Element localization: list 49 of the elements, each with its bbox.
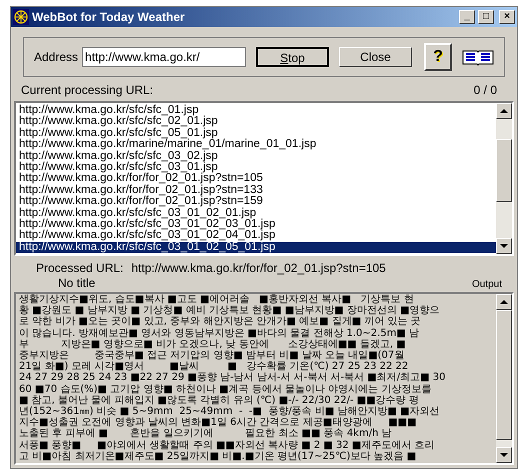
output-text-line: 로 약한 비가 ■오는 곳이■ 있고, 중부와 해안지방은 안개가■ 예보■ 짙게■ 끼어 있는 곳 xyxy=(19,316,422,328)
close-button[interactable]: × xyxy=(499,10,515,24)
window-title: WebBot for Today Weather xyxy=(32,9,186,26)
scrollbar[interactable] xyxy=(496,103,512,254)
output-text-line: 지수■성출권 오전에 영향과 날씨의 변화■1일 6시간 간격으로 제공■태양광에 ■■■ xyxy=(19,417,418,428)
url-list-item[interactable]: http://www.kma.go.kr/for/for_02_01.jsp?stn=105 xyxy=(16,173,496,185)
url-list-item[interactable]: http://www.kma.go.kr/sfc/sfc_03_01.jsp xyxy=(16,162,496,174)
url-list-item[interactable]: http://www.kma.go.kr/sfc/sfc_03_01_02_05_01.jsp xyxy=(16,242,496,254)
stop-button[interactable]: Stop xyxy=(256,47,330,67)
current-url-label: Current processing URL: xyxy=(21,82,154,99)
url-list-item[interactable]: http://www.kma.go.kr/sfc/sfc_01.jsp xyxy=(16,105,496,116)
url-list-item[interactable]: http://www.kma.go.kr/sfc/sfc_03_01_02_04_01.jsp xyxy=(16,230,496,242)
output-text-line: 생활기상지수■위도, 습도■복사 ■고도 ■에어러솔 ■홍반자외선 복사■ 기상특보 현 xyxy=(19,294,415,306)
output-text-line: 고 비■아침 최저기온■제주도■ 25일까지■ 비■.■기온 평년(17~25℃)보다 높겠음 ■ xyxy=(19,450,418,462)
output-text-line: 서풍■ 풍향■ ■야외에서 생활할때 주의 ■■자외선 복사량 ■ 2 ■ 32 ■제주도에서 흐리 xyxy=(19,440,436,451)
address-field[interactable]: http://www.kma.go.kr/ xyxy=(82,47,246,67)
url-list-item[interactable]: http://www.kma.go.kr/sfc/sfc_03_02.jsp xyxy=(16,150,496,162)
url-list-item[interactable]: http://www.kma.go.kr/marine/marine_01/marine_01_01.jsp xyxy=(16,139,496,151)
minimize-button[interactable]: _ xyxy=(459,10,475,24)
progress-count: 0 / 0 xyxy=(474,82,497,99)
web-icon xyxy=(13,9,29,25)
url-list-item[interactable]: http://www.kma.go.kr/sfc/sfc_03_01_02_03_01.jsp xyxy=(16,218,496,230)
book-icon[interactable] xyxy=(462,48,494,66)
address-label: Address xyxy=(34,49,78,66)
output-text-line: 황 ■강원도 ■ 남부지방 ■ 기상청■ 예비 기상특보 현황■ ■남부지방■ 장마전선의 ■영향으 xyxy=(19,305,441,316)
url-list-item[interactable]: http://www.kma.go.kr/sfc/sfc_05_01.jsp xyxy=(16,128,496,140)
close-button[interactable]: Close xyxy=(339,47,412,67)
processed-url: http://www.kma.go.kr/for/for_02_01.jsp?stn=105 xyxy=(131,260,386,276)
output-text-line: 노출된 후 피부에 ■ 혼반을 일으키기에 필요한 최소 ■■ 풍속 4km/h 남 xyxy=(19,428,393,440)
output-text-line: 년(152~361㎜) 비슷 ■ 5~9mm 25~49mm - -■ 풍향/풍속 비■ 남해안지방■ ■자외선 xyxy=(19,406,441,418)
url-list-item[interactable]: http://www.kma.go.kr/for/for_02_01.jsp?stn=159 xyxy=(16,196,496,208)
output-text-line: 60 ■70 습도(%)■ 고기압 영향■ 하천이나 ■계곡 등에서 물놀이나 야영시에는 기상정보를 xyxy=(19,384,432,395)
url-list-item[interactable]: http://www.kma.go.kr/sfc/sfc_03_01_02_01.jsp xyxy=(16,208,496,219)
url-list-item[interactable]: http://www.kma.go.kr/for/for_02_01.jsp?stn=133 xyxy=(16,184,496,196)
url-list-item[interactable]: http://www.kma.go.kr/sfc/sfc_02_01.jsp xyxy=(16,116,496,128)
output-text-line: 중부지방은 중국중부■ 접근 저기압의 영향■ 밤부터 비■ 날짜 오늘 내일■(07월 xyxy=(19,350,406,362)
scroll-thumb[interactable] xyxy=(496,139,512,202)
page-title: No title xyxy=(58,274,96,292)
output-text-line: 21일 화■) 모레 시각■영서 ■날씨 ■ 강수확률 기온(℃) 27 25 23 22 22 xyxy=(19,361,410,372)
output-text-line: 부 지방은■ 영향으로■ 비가 오겠으나, 낮 동안에 소강상태에■■ 들겠고, ■ xyxy=(19,338,407,350)
output-text-line: ■ 참고, 불어난 물에 피해입지 ■않도록 각별히 유의 (℃) ■-/- 22/30 22/- ■■강수량 평 xyxy=(19,394,420,406)
scroll-thumb[interactable] xyxy=(496,310,512,440)
processed-url-label: Processed URL: xyxy=(36,260,124,276)
maximize-button[interactable]: □ xyxy=(478,10,494,24)
help-button[interactable]: ? xyxy=(424,43,452,71)
output-text-line: 이 많습니다. 방재예보관■ 영서와 영동남부지방은 ■바다의 물결 전해상 1.0~2.5m■ 남 xyxy=(19,328,420,339)
output-text-line: 24 27 29 28 25 24 23 ■22 27 29 ■풍향 남-남서 남서-서 서-북서 서-북서 ■최저/최고■ 30 xyxy=(19,372,446,384)
output-label: Output xyxy=(472,279,502,290)
scrollbar[interactable] xyxy=(496,294,512,463)
